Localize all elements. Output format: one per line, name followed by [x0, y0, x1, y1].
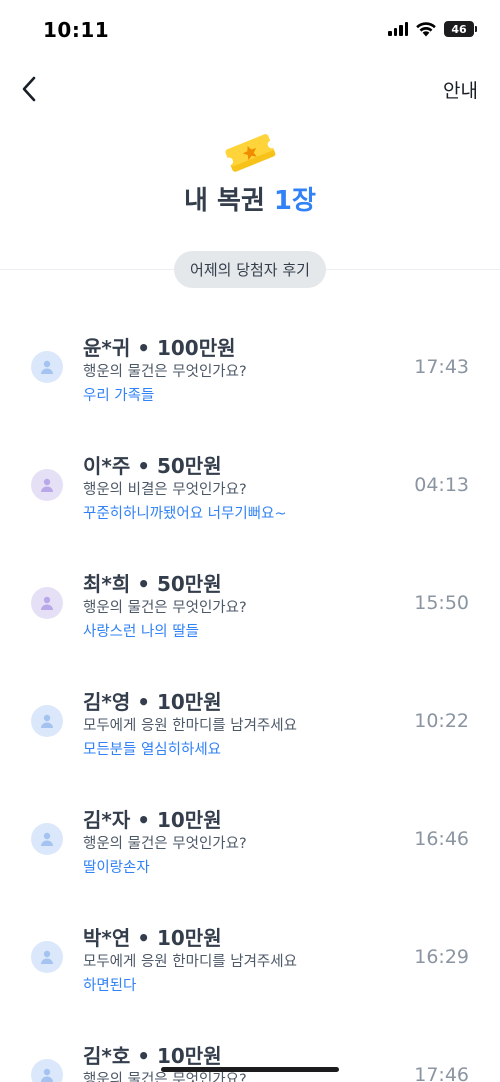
person-icon: [41, 596, 53, 610]
status-icons: 46: [388, 21, 477, 37]
section-chip: 어제의 당첨자 후기: [174, 251, 326, 288]
review-question: 행운의 물건은 무엇인가요?: [83, 600, 247, 616]
review-time: 15:50: [414, 592, 469, 614]
status-time: 10:11: [43, 18, 110, 42]
review-answer: 우리 가족들: [83, 388, 155, 404]
review-answer: 모든분들 열심히하세요: [83, 742, 222, 758]
review-item[interactable]: 김*자 • 10만원 행운의 물건은 무엇인가요? 딸이랑손자 16:46: [0, 782, 500, 900]
review-list: 윤*귀 • 100만원 행운의 물건은 무엇인가요? 우리 가족들 17:43 …: [0, 310, 500, 1082]
review-time: 16:29: [414, 946, 469, 968]
page-title: 내 복권 1장: [0, 180, 500, 217]
review-time: 10:22: [414, 710, 469, 732]
review-answer: 사랑스런 나의 딸들: [83, 624, 199, 640]
winner-name: 이*주 • 50만원: [83, 454, 222, 478]
review-item[interactable]: 최*희 • 50만원 행운의 물건은 무엇인가요? 사랑스런 나의 딸들 15:…: [0, 546, 500, 664]
review-item[interactable]: 김*영 • 10만원 모두에게 응원 한마디를 남겨주세요 모든분들 열심히하세…: [0, 664, 500, 782]
status-bar: 10:11 46: [0, 0, 500, 62]
person-icon: [41, 832, 53, 846]
review-time: 16:46: [414, 828, 469, 850]
avatar: [31, 587, 63, 619]
person-icon: [41, 360, 53, 374]
nav-bar: 안내: [0, 62, 500, 116]
winner-name: 김*자 • 10만원: [83, 808, 222, 832]
back-button[interactable]: [14, 72, 44, 106]
review-item[interactable]: 윤*귀 • 100만원 행운의 물건은 무엇인가요? 우리 가족들 17:43: [0, 310, 500, 428]
review-question: 모두에게 응원 한마디를 남겨주세요: [83, 718, 297, 734]
title-prefix: 내 복권: [184, 186, 265, 216]
review-question: 행운의 물건은 무엇인가요?: [83, 364, 247, 380]
ticket-icon: [225, 134, 276, 172]
lottery-page: 10:11 46 안내 내 복권 1장 어제의 당첨자 후기 윤*귀 • 100…: [0, 0, 500, 1082]
review-time: 17:43: [414, 356, 469, 378]
review-question: 모두에게 응원 한마디를 남겨주세요: [83, 954, 297, 970]
person-icon: [41, 714, 53, 728]
battery-icon: 46: [444, 21, 477, 37]
winner-name: 김*영 • 10만원: [83, 690, 222, 714]
ticket-count: 1장: [273, 186, 316, 216]
avatar: [31, 705, 63, 737]
person-icon: [41, 478, 53, 492]
review-question: 행운의 비결은 무엇인가요?: [83, 482, 247, 498]
review-time: 04:13: [414, 474, 469, 496]
review-answer: 하면된다: [83, 978, 137, 994]
review-item[interactable]: 이*주 • 50만원 행운의 비결은 무엇인가요? 꾸준히하니까됐어요 너무기뻐…: [0, 428, 500, 546]
avatar: [31, 941, 63, 973]
winner-name: 최*희 • 50만원: [83, 572, 222, 596]
avatar: [31, 1059, 63, 1082]
avatar: [31, 823, 63, 855]
winner-name: 김*호 • 10만원: [83, 1044, 222, 1068]
cellular-signal-icon: [388, 22, 408, 36]
chevron-left-icon: [22, 76, 36, 102]
avatar: [31, 351, 63, 383]
review-item[interactable]: 박*연 • 10만원 모두에게 응원 한마디를 남겨주세요 하면된다 16:29: [0, 900, 500, 1018]
review-answer: 꾸준히하니까됐어요 너무기뻐요~: [83, 506, 287, 522]
guide-button[interactable]: 안내: [443, 76, 478, 103]
winner-name: 박*연 • 10만원: [83, 926, 222, 950]
winner-name: 윤*귀 • 100만원: [83, 336, 236, 360]
person-icon: [41, 1068, 53, 1082]
review-item[interactable]: 김*호 • 10만원 행운의 물건은 무엇인가요? 17:46: [0, 1018, 500, 1082]
review-time: 17:46: [414, 1064, 469, 1082]
avatar: [31, 469, 63, 501]
review-question: 행운의 물건은 무엇인가요?: [83, 836, 247, 852]
review-answer: 딸이랑손자: [83, 860, 150, 876]
person-icon: [41, 950, 53, 964]
home-indicator: [161, 1067, 339, 1072]
wifi-icon: [416, 22, 436, 37]
